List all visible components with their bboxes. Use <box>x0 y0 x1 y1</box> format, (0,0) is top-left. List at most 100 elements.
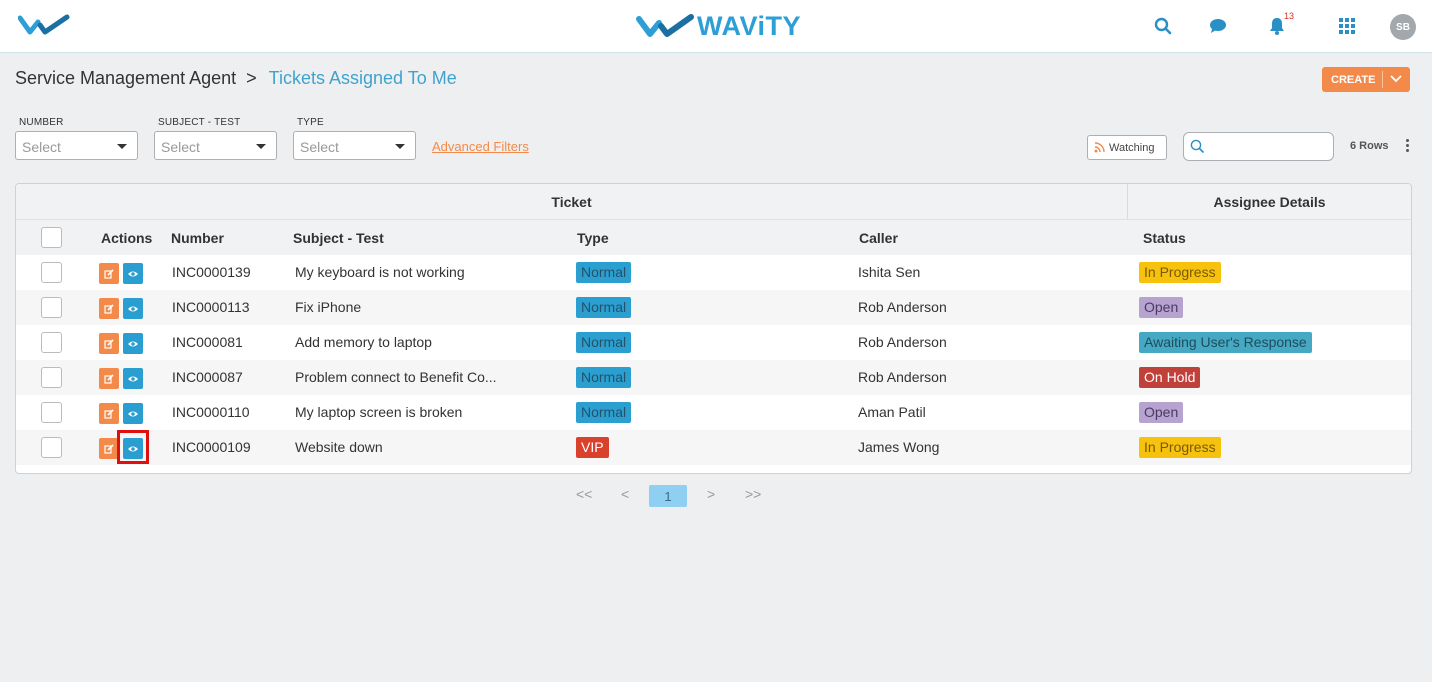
filter-subject-select[interactable]: Select <box>154 131 277 160</box>
wavity-logo-icon[interactable] <box>18 13 70 37</box>
status-badge: Open <box>1139 297 1184 318</box>
row-checkbox[interactable] <box>41 262 62 283</box>
group-header-ticket: Ticket <box>16 184 1128 220</box>
eye-icon <box>128 271 138 276</box>
pagination-prev[interactable]: < <box>621 486 629 502</box>
filter-type-label: TYPE <box>297 117 324 128</box>
type-badge: Normal <box>576 297 632 318</box>
edit-button[interactable] <box>99 298 119 319</box>
chat-icon[interactable] <box>1207 15 1229 37</box>
rows-count: 6 Rows <box>1350 140 1389 152</box>
table-column-header: Actions Number Subject - Test Type Calle… <box>16 220 1411 255</box>
cell-subject: My laptop screen is broken <box>295 404 463 420</box>
create-button[interactable]: CREATE <box>1322 67 1410 92</box>
user-avatar[interactable]: SB <box>1390 14 1416 40</box>
caret-down-icon <box>117 144 127 149</box>
cell-caller: Rob Anderson <box>858 299 947 315</box>
edit-button[interactable] <box>99 263 119 284</box>
pagination-first[interactable]: << <box>576 486 592 502</box>
caret-down-icon <box>256 144 266 149</box>
status-badge: In Progress <box>1139 437 1221 458</box>
edit-button[interactable] <box>99 403 119 424</box>
filter-type-select[interactable]: Select <box>293 131 416 160</box>
create-button-label: CREATE <box>1331 73 1376 86</box>
notification-count-badge: 13 <box>1284 11 1295 21</box>
chevron-down-icon[interactable] <box>1390 73 1402 85</box>
filter-number-placeholder: Select <box>22 139 61 155</box>
table-row[interactable]: INC0000110 My laptop screen is broken Norm… <box>16 395 1411 430</box>
more-options-icon[interactable] <box>1403 139 1411 155</box>
table-row[interactable]: INC0000109 Website down VIP James Wong In Pr… <box>16 430 1411 465</box>
cell-number: INC0000110 <box>172 404 250 420</box>
pagination-last[interactable]: >> <box>745 486 761 502</box>
cell-subject: Add memory to laptop <box>295 334 432 350</box>
table-row[interactable]: INC000087 Problem connect to Benefit Co..… <box>16 360 1411 395</box>
row-checkbox[interactable] <box>41 402 62 423</box>
cell-caller: James Wong <box>858 439 940 455</box>
eye-icon <box>128 306 138 311</box>
type-badge: VIP <box>576 437 609 458</box>
table-row[interactable]: INC0000139 My keyboard is not working Norm… <box>16 255 1411 290</box>
pagination-page-current[interactable]: 1 <box>649 485 687 507</box>
search-icon[interactable] <box>1152 15 1174 37</box>
search-field[interactable] <box>1183 132 1334 161</box>
view-button[interactable] <box>123 368 143 389</box>
column-header-subject[interactable]: Subject - Test <box>293 230 384 246</box>
cell-number: INC0000109 <box>172 439 251 455</box>
eye-icon <box>128 411 138 416</box>
edit-icon <box>104 443 114 454</box>
filter-number-select[interactable]: Select <box>15 131 138 160</box>
row-checkbox[interactable] <box>41 297 62 318</box>
search-icon <box>1190 139 1205 154</box>
cell-number: INC000087 <box>172 369 243 385</box>
edit-button[interactable] <box>99 438 119 459</box>
filter-subject-placeholder: Select <box>161 139 200 155</box>
row-checkbox[interactable] <box>41 332 62 353</box>
cell-subject: Fix iPhone <box>295 299 362 315</box>
column-header-type[interactable]: Type <box>577 230 609 246</box>
type-badge: Normal <box>576 262 632 283</box>
cell-number: INC0000113 <box>172 299 250 315</box>
status-badge: On Hold <box>1139 367 1201 388</box>
column-header-number[interactable]: Number <box>171 230 224 246</box>
edit-icon <box>104 303 114 314</box>
edit-icon <box>104 408 114 419</box>
status-badge: Awaiting User's Response <box>1139 332 1312 353</box>
breadcrumb-current: Tickets Assigned To Me <box>268 68 457 88</box>
view-button[interactable] <box>123 403 143 424</box>
row-checkbox[interactable] <box>41 437 62 458</box>
edit-icon <box>104 373 114 384</box>
filter-subject: SUBJECT - TEST Select <box>154 117 277 160</box>
advanced-filters-link[interactable]: Advanced Filters <box>432 139 529 154</box>
filter-type: TYPE Select <box>293 117 416 160</box>
apps-grid-icon[interactable] <box>1336 15 1358 37</box>
edit-button[interactable] <box>99 333 119 354</box>
column-header-caller[interactable]: Caller <box>859 230 898 246</box>
cell-number: INC000081 <box>172 334 243 350</box>
cell-subject: Website down <box>295 439 383 455</box>
eye-icon <box>128 341 138 346</box>
column-header-status[interactable]: Status <box>1143 230 1186 246</box>
pagination-next[interactable]: > <box>707 486 715 502</box>
view-button[interactable] <box>123 263 143 284</box>
watching-button[interactable]: Watching <box>1087 135 1167 160</box>
view-button[interactable] <box>123 298 143 319</box>
cell-subject: Problem connect to Benefit Co... <box>295 369 497 385</box>
row-checkbox[interactable] <box>41 367 62 388</box>
breadcrumb: Service Management Agent > Tickets Assig… <box>15 68 457 89</box>
table-row[interactable]: INC000081 Add memory to laptop Normal Rob A… <box>16 325 1411 360</box>
table-row[interactable]: INC0000113 Fix iPhone Normal Rob Anderson Op… <box>16 290 1411 325</box>
search-input[interactable] <box>1210 139 1328 153</box>
filter-type-placeholder: Select <box>300 139 339 155</box>
table-group-header: Ticket Assignee Details <box>16 184 1411 220</box>
view-button[interactable] <box>123 333 143 354</box>
cell-caller: Aman Patil <box>858 404 926 420</box>
cell-caller: Rob Anderson <box>858 369 947 385</box>
rss-icon <box>1094 142 1105 153</box>
cell-subject: My keyboard is not working <box>295 264 465 280</box>
type-badge: Normal <box>576 367 632 388</box>
filter-number: NUMBER Select <box>15 117 138 160</box>
breadcrumb-root[interactable]: Service Management Agent <box>15 68 236 89</box>
edit-button[interactable] <box>99 368 119 389</box>
select-all-checkbox[interactable] <box>41 227 62 248</box>
